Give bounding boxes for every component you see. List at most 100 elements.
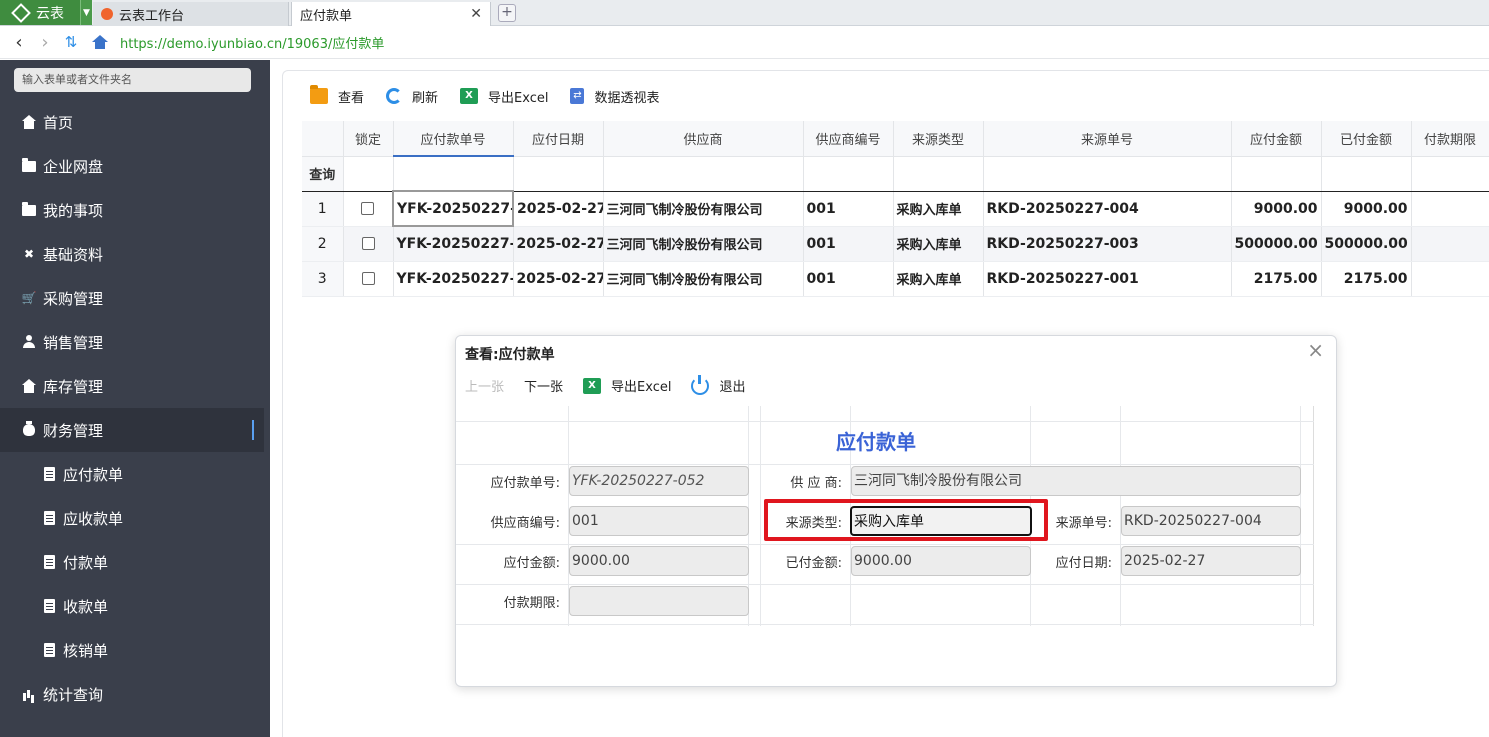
cell-payable-amount[interactable]: 2175.00 — [1231, 261, 1322, 297]
cell-source-no[interactable]: RKD-20250227-001 — [983, 261, 1232, 297]
query-cell[interactable] — [983, 156, 1232, 192]
sidebar-item-my-tasks[interactable]: 我的事项 — [0, 188, 264, 232]
table-row[interactable]: 2 YFK-20250227-0 2025-02-27 三河同飞制冷股份有限公司… — [302, 226, 1489, 262]
url-field[interactable]: https://demo.iyunbiao.cn/19063/应付款单 — [120, 33, 384, 52]
column-header[interactable]: 应付款单号 — [393, 121, 514, 157]
home-icon[interactable] — [92, 35, 108, 49]
back-icon[interactable]: ‹ — [6, 32, 32, 53]
app-menu-button[interactable]: 云表 — [0, 0, 80, 25]
reload-icon[interactable]: ⇅ — [58, 33, 84, 51]
sidebar-item-payment[interactable]: 付款单 — [0, 540, 264, 584]
payment-term-field[interactable] — [569, 586, 749, 616]
query-cell[interactable] — [603, 156, 804, 192]
column-header[interactable]: 锁定 — [343, 121, 394, 157]
tab-workbench[interactable]: 云表工作台 — [93, 2, 289, 26]
dialog-close-icon[interactable]: × — [1307, 338, 1324, 362]
column-header[interactable]: 供应商 — [603, 121, 804, 157]
sidebar-item-writeoff[interactable]: 核销单 — [0, 628, 264, 672]
cell-payable-no[interactable]: YFK-20250227-0 — [393, 261, 514, 297]
sidebar-item-statistics[interactable]: 统计查询 — [0, 672, 264, 716]
cell-supplier-code[interactable]: 001 — [803, 261, 894, 297]
column-header[interactable]: 已付金额 — [1321, 121, 1412, 157]
lock-checkbox[interactable] — [343, 261, 394, 297]
cell-term[interactable] — [1411, 191, 1489, 227]
query-cell[interactable] — [803, 156, 894, 192]
sidebar-item-label: 应付款单 — [63, 465, 124, 484]
forward-icon[interactable]: › — [32, 32, 58, 53]
close-tab-icon[interactable]: ✕ — [470, 6, 482, 22]
cell-source-type[interactable]: 采购入库单 — [893, 226, 984, 262]
cell-payable-amount[interactable]: 500000.00 — [1231, 226, 1322, 262]
cell-date[interactable]: 2025-02-27 — [513, 226, 604, 262]
sidebar-item-label: 统计查询 — [43, 685, 104, 704]
sidebar: 输入表单或者文件夹名 首页 企业网盘 我的事项 ✖ 基础资料 🛒 采购管理 销售… — [0, 60, 270, 737]
supplier-code-field[interactable]: 001 — [569, 506, 749, 536]
next-record-button[interactable]: 下一张 — [524, 376, 563, 395]
sidebar-search-input[interactable]: 输入表单或者文件夹名 — [14, 68, 251, 92]
query-cell[interactable] — [1321, 156, 1412, 192]
cell-supplier-code[interactable]: 001 — [803, 226, 894, 262]
new-tab-button[interactable]: + — [498, 4, 516, 22]
sidebar-item-finance[interactable]: 财务管理 — [0, 408, 264, 452]
payable-no-field[interactable]: YFK-20250227-052 — [569, 466, 749, 496]
sidebar-item-purchasing[interactable]: 🛒 采购管理 — [0, 276, 264, 320]
cell-date[interactable]: 2025-02-27 — [513, 191, 604, 227]
cell-source-type[interactable]: 采购入库单 — [893, 261, 984, 297]
cell-supplier[interactable]: 三河同飞制冷股份有限公司 — [603, 261, 804, 297]
query-cell[interactable] — [343, 156, 394, 192]
query-cell[interactable] — [1231, 156, 1322, 192]
column-header[interactable]: 来源类型 — [893, 121, 984, 157]
cell-supplier[interactable]: 三河同飞制冷股份有限公司 — [603, 191, 804, 227]
sidebar-item-inventory[interactable]: 库存管理 — [0, 364, 264, 408]
cell-source-no[interactable]: RKD-20250227-003 — [983, 226, 1232, 262]
table-row[interactable]: 1 YFK-20250227-0 2025-02-27 三河同飞制冷股份有限公司… — [302, 190, 1489, 227]
column-header[interactable]: 供应商编号 — [803, 121, 894, 157]
tab-payable[interactable]: 应付款单 ✕ — [291, 2, 491, 27]
column-header[interactable]: 应付金额 — [1231, 121, 1322, 157]
cell-payable-no[interactable]: YFK-20250227-0 — [392, 190, 514, 227]
column-header[interactable]: 应付日期 — [513, 121, 604, 157]
cell-date[interactable]: 2025-02-27 — [513, 261, 604, 297]
sidebar-item-receivable[interactable]: 应收款单 — [0, 496, 264, 540]
supplier-field[interactable]: 三河同飞制冷股份有限公司 — [851, 466, 1301, 496]
sidebar-item-receipt[interactable]: 收款单 — [0, 584, 264, 628]
export-excel-button[interactable]: X 导出Excel — [460, 87, 548, 106]
prev-record-button[interactable]: 上一张 — [465, 376, 504, 395]
lock-checkbox[interactable] — [343, 191, 394, 227]
payable-date-field[interactable]: 2025-02-27 — [1121, 546, 1301, 576]
cell-source-type[interactable]: 采购入库单 — [893, 191, 984, 227]
cell-source-no[interactable]: RKD-20250227-004 — [983, 191, 1232, 227]
sidebar-item-payable[interactable]: 应付款单 — [0, 452, 264, 496]
cell-payable-amount[interactable]: 9000.00 — [1231, 191, 1322, 227]
cell-supplier[interactable]: 三河同飞制冷股份有限公司 — [603, 226, 804, 262]
app-dropdown-icon[interactable]: ▼ — [80, 0, 92, 25]
cell-paid-amount[interactable]: 500000.00 — [1321, 226, 1412, 262]
payable-amount-field[interactable]: 9000.00 — [569, 546, 749, 576]
view-button[interactable]: 查看 — [310, 85, 364, 106]
export-button-label: 导出Excel — [488, 90, 549, 106]
cell-term[interactable] — [1411, 261, 1489, 297]
sidebar-item-enterprise-drive[interactable]: 企业网盘 — [0, 144, 264, 188]
query-cell[interactable] — [893, 156, 984, 192]
column-header[interactable]: 来源单号 — [983, 121, 1232, 157]
cell-paid-amount[interactable]: 9000.00 — [1321, 191, 1412, 227]
cell-payable-no[interactable]: YFK-20250227-0 — [393, 226, 514, 262]
cell-paid-amount[interactable]: 2175.00 — [1321, 261, 1412, 297]
column-header[interactable]: 付款期限 — [1411, 121, 1489, 157]
sidebar-item-home[interactable]: 首页 — [0, 100, 264, 144]
exit-button[interactable]: 退出 — [691, 374, 745, 395]
cell-term[interactable] — [1411, 226, 1489, 262]
query-cell[interactable] — [1411, 156, 1489, 192]
source-no-field[interactable]: RKD-20250227-004 — [1121, 506, 1301, 536]
lock-checkbox[interactable] — [343, 226, 394, 262]
refresh-button[interactable]: 刷新 — [386, 87, 438, 106]
sidebar-item-sales[interactable]: 销售管理 — [0, 320, 264, 364]
paid-amount-field[interactable]: 9000.00 — [851, 546, 1031, 576]
cell-supplier-code[interactable]: 001 — [803, 191, 894, 227]
query-cell[interactable] — [513, 156, 604, 192]
query-cell[interactable] — [393, 156, 514, 192]
dialog-export-excel-button[interactable]: X 导出Excel — [583, 376, 671, 395]
sidebar-item-basic-data[interactable]: ✖ 基础资料 — [0, 232, 264, 276]
pivot-table-button[interactable]: ⇄ 数据透视表 — [570, 87, 659, 106]
table-row[interactable]: 3 YFK-20250227-0 2025-02-27 三河同飞制冷股份有限公司… — [302, 261, 1489, 297]
